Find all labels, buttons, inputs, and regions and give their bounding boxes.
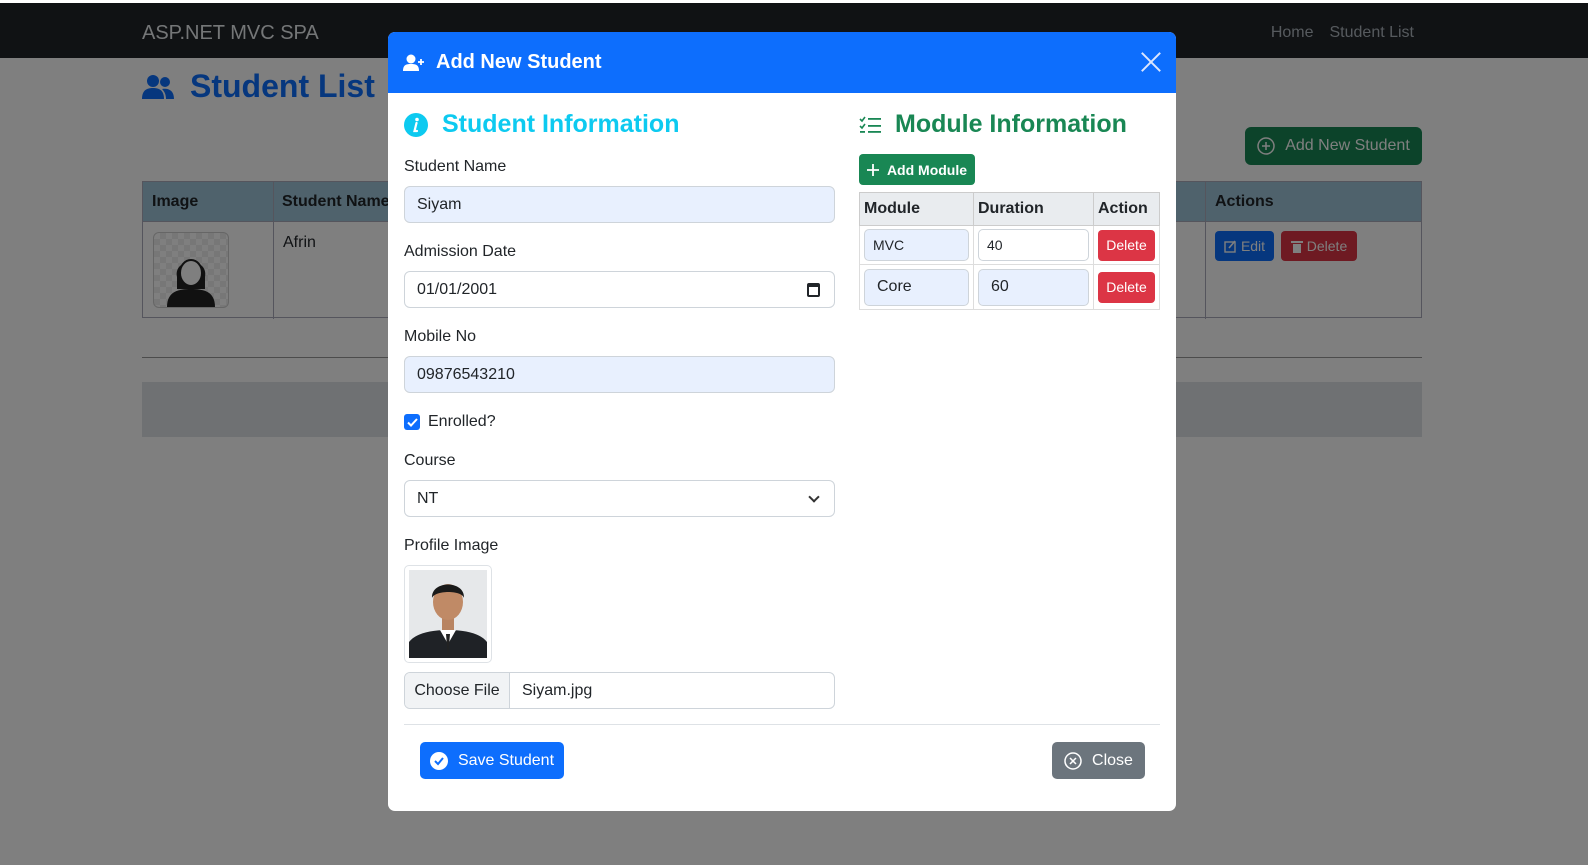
- module-information-heading: Module Information: [859, 110, 1127, 139]
- student-name-label: Student Name: [404, 158, 507, 175]
- student-name-input[interactable]: Siyam: [404, 186, 835, 223]
- modal-footer-divider: [404, 724, 1160, 725]
- window-top-edge: [0, 0, 1588, 3]
- module-delete-button[interactable]: Delete: [1098, 271, 1155, 303]
- student-name-value: Siyam: [417, 195, 462, 213]
- x-circle-icon: [1064, 751, 1082, 770]
- module-duration-value: 40: [987, 237, 1003, 253]
- user-plus-icon: [403, 54, 424, 71]
- selected-file-name: Siyam.jpg: [510, 673, 834, 708]
- module-duration-value: 60: [991, 278, 1009, 295]
- col-header-duration: Duration: [973, 192, 1094, 226]
- checkmark-icon: [406, 417, 418, 427]
- col-header-action: Action: [1093, 192, 1160, 226]
- choose-file-label: Choose File: [414, 681, 500, 699]
- module-row: MVC 40 Delete: [859, 225, 1160, 265]
- list-check-icon: [859, 116, 881, 133]
- course-label: Course: [404, 452, 456, 469]
- modal-title-text: Add New Student: [436, 51, 602, 73]
- add-student-modal: Add New Student Student Information Stud…: [388, 32, 1176, 811]
- module-delete-button[interactable]: Delete: [1098, 229, 1155, 261]
- add-module-label: Add Module: [886, 161, 968, 178]
- module-duration-input[interactable]: 40: [978, 229, 1089, 261]
- mobile-no-value: 09876543210: [417, 365, 515, 383]
- admission-date-input[interactable]: 01/01/2001: [404, 271, 835, 308]
- course-select[interactable]: NT: [404, 480, 835, 517]
- modal-close-icon[interactable]: [1140, 51, 1162, 73]
- close-button[interactable]: Close: [1052, 742, 1145, 779]
- profile-photo: [409, 570, 487, 658]
- module-row: Core 60 Delete: [859, 264, 1160, 310]
- add-module-button[interactable]: Add Module: [859, 154, 975, 185]
- enrolled-row: Enrolled?: [404, 413, 496, 431]
- profile-image-preview: [404, 565, 492, 663]
- chevron-down-icon: [808, 491, 820, 503]
- module-delete-label: Delete: [1106, 237, 1147, 253]
- profile-image-file-input[interactable]: Choose File Siyam.jpg: [404, 672, 835, 709]
- choose-file-button[interactable]: Choose File: [405, 673, 510, 708]
- mobile-no-input[interactable]: 09876543210: [404, 356, 835, 393]
- check-circle-icon: [429, 751, 448, 770]
- save-student-button[interactable]: Save Student: [420, 742, 564, 779]
- module-delete-label: Delete: [1106, 279, 1147, 295]
- enrolled-checkbox[interactable]: [404, 414, 420, 430]
- info-icon: [404, 112, 428, 137]
- modal-title: Add New Student: [403, 51, 602, 74]
- student-information-heading: Student Information: [404, 110, 679, 139]
- module-duration-input[interactable]: 60: [978, 268, 1089, 306]
- enrolled-label: Enrolled?: [428, 413, 496, 430]
- close-label: Close: [1092, 751, 1133, 769]
- module-table: Module Duration Action MVC 40 Delete Cor…: [859, 192, 1160, 310]
- plus-icon: [866, 163, 879, 176]
- save-student-label: Save Student: [457, 751, 555, 769]
- mobile-no-label: Mobile No: [404, 328, 477, 345]
- admission-date-label: Admission Date: [404, 243, 517, 260]
- module-information-title: Module Information: [895, 110, 1127, 138]
- module-table-header: Module Duration Action: [859, 192, 1160, 226]
- profile-image-label: Profile Image: [404, 537, 499, 554]
- module-name-input[interactable]: MVC: [864, 229, 969, 261]
- modal-header: Add New Student: [388, 32, 1176, 93]
- student-photo: [409, 570, 487, 658]
- module-name-value: Core: [877, 278, 912, 295]
- admission-date-value: 01/01/2001: [417, 280, 498, 298]
- calendar-icon[interactable]: [807, 283, 820, 297]
- module-name-value: MVC: [873, 237, 905, 253]
- col-header-module: Module: [859, 192, 974, 226]
- file-name-text: Siyam.jpg: [522, 681, 593, 699]
- module-name-input[interactable]: Core: [864, 268, 969, 306]
- course-selected-value: NT: [417, 489, 439, 507]
- student-information-title: Student Information: [442, 110, 680, 138]
